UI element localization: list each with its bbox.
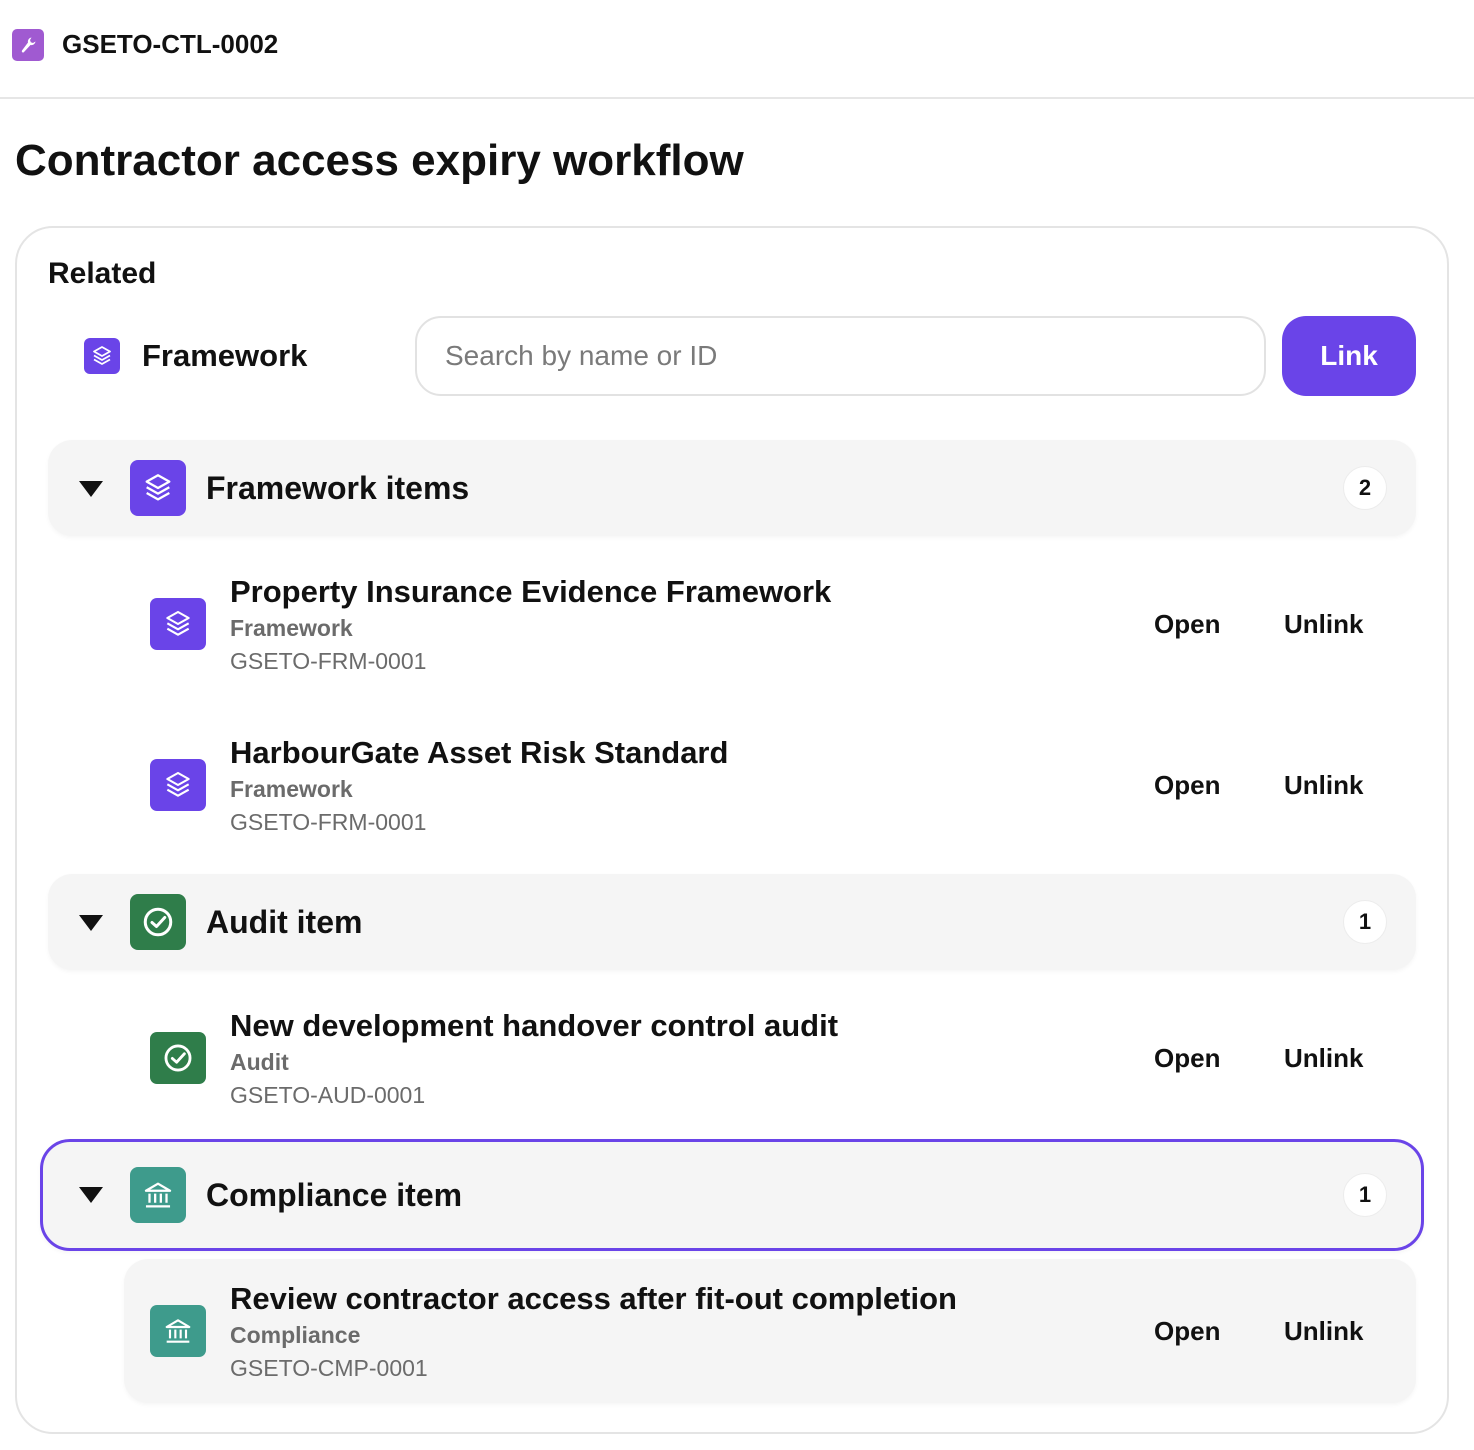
group-label: Compliance item [206, 1177, 463, 1213]
unlink-button[interactable]: Unlink [1284, 608, 1363, 640]
check-circle-icon [150, 1032, 206, 1084]
item-id: GSETO-AUD-0001 [230, 1082, 426, 1108]
item-title: Review contractor access after fit-out c… [230, 1281, 957, 1316]
caret-down-icon[interactable] [79, 1187, 103, 1203]
item-id: GSETO-FRM-0001 [230, 809, 427, 835]
top-bar: GSETO-CTL-0002 [0, 0, 1474, 99]
related-item-row: Property Insurance Evidence Framework Fr… [124, 552, 1416, 696]
open-button[interactable]: Open [1154, 1042, 1220, 1074]
unlink-button[interactable]: Unlink [1284, 1042, 1363, 1074]
count-badge: 1 [1343, 1173, 1387, 1217]
layers-icon [150, 598, 206, 650]
related-type-selector[interactable]: Framework [84, 338, 307, 374]
item-title: Property Insurance Evidence Framework [230, 574, 832, 609]
related-type-label: Framework [142, 338, 308, 373]
bank-icon [130, 1167, 186, 1223]
item-type: Audit [230, 1049, 289, 1075]
check-circle-icon [130, 894, 186, 950]
page-title: Contractor access expiry workflow [15, 136, 744, 185]
related-heading: Related [48, 257, 157, 290]
layers-icon [130, 460, 186, 516]
group-header-framework-items[interactable]: Framework items 2 [48, 440, 1416, 536]
count-badge: 1 [1343, 900, 1387, 944]
document-id: GSETO-CTL-0002 [62, 29, 279, 59]
count-badge: 2 [1343, 466, 1387, 510]
unlink-button[interactable]: Unlink [1284, 769, 1363, 801]
open-button[interactable]: Open [1154, 608, 1220, 640]
item-type: Compliance [230, 1322, 361, 1348]
group-header-compliance-item[interactable]: Compliance item 1 [40, 1139, 1424, 1251]
open-button[interactable]: Open [1154, 1315, 1220, 1347]
link-button[interactable]: Link [1282, 316, 1416, 396]
related-item-row: New development handover control audit A… [124, 986, 1416, 1130]
group-label: Framework items [206, 470, 470, 506]
wrench-icon [12, 29, 44, 61]
search-input[interactable] [415, 316, 1266, 396]
item-type: Framework [230, 615, 353, 641]
layers-icon [150, 759, 206, 811]
unlink-button[interactable]: Unlink [1284, 1315, 1363, 1347]
item-type: Framework [230, 776, 353, 802]
open-button[interactable]: Open [1154, 769, 1220, 801]
group-header-audit-item[interactable]: Audit item 1 [48, 874, 1416, 970]
item-id: GSETO-FRM-0001 [230, 648, 427, 674]
group-label: Audit item [206, 904, 363, 940]
related-item-row: Review contractor access after fit-out c… [124, 1259, 1416, 1403]
related-item-row: HarbourGate Asset Risk Standard Framewor… [124, 713, 1416, 857]
bank-icon [150, 1305, 206, 1357]
caret-down-icon[interactable] [79, 481, 103, 497]
layers-icon [84, 338, 120, 374]
item-id: GSETO-CMP-0001 [230, 1355, 428, 1381]
caret-down-icon[interactable] [79, 915, 103, 931]
item-title: HarbourGate Asset Risk Standard [230, 735, 729, 770]
item-title: New development handover control audit [230, 1008, 839, 1043]
